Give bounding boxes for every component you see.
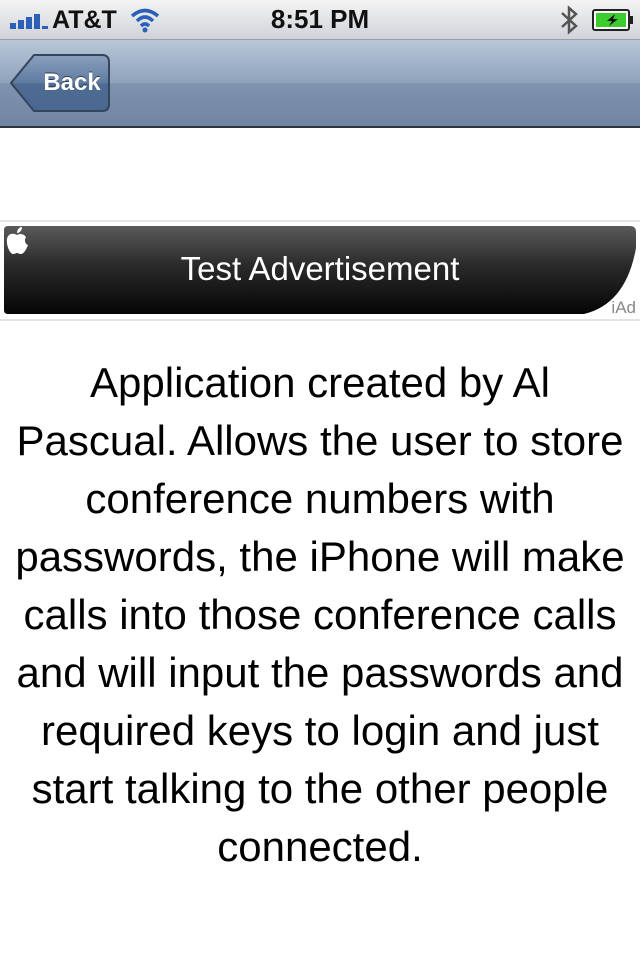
- status-time: 8:51 PM: [270, 4, 370, 34]
- ad-content: Test Advertisement: [4, 226, 636, 314]
- ad-label: Test Advertisement: [180, 250, 460, 287]
- battery-charging-icon: [592, 9, 633, 31]
- ad-divider-top: [0, 220, 640, 222]
- navigation-bar: Back: [0, 40, 640, 128]
- back-button-label: Back: [43, 69, 101, 96]
- back-button[interactable]: Back: [10, 54, 110, 112]
- bluetooth-icon: [561, 5, 578, 35]
- app-description: Application created by Al Pascual. Allow…: [15, 359, 625, 870]
- apple-icon: [6, 227, 29, 254]
- iad-badge: iAd: [611, 298, 636, 317]
- ad-banner[interactable]: Test Advertisement: [4, 226, 636, 314]
- status-bar: AT&T 8:51 PM: [0, 0, 640, 40]
- ad-divider-bottom: [0, 319, 640, 321]
